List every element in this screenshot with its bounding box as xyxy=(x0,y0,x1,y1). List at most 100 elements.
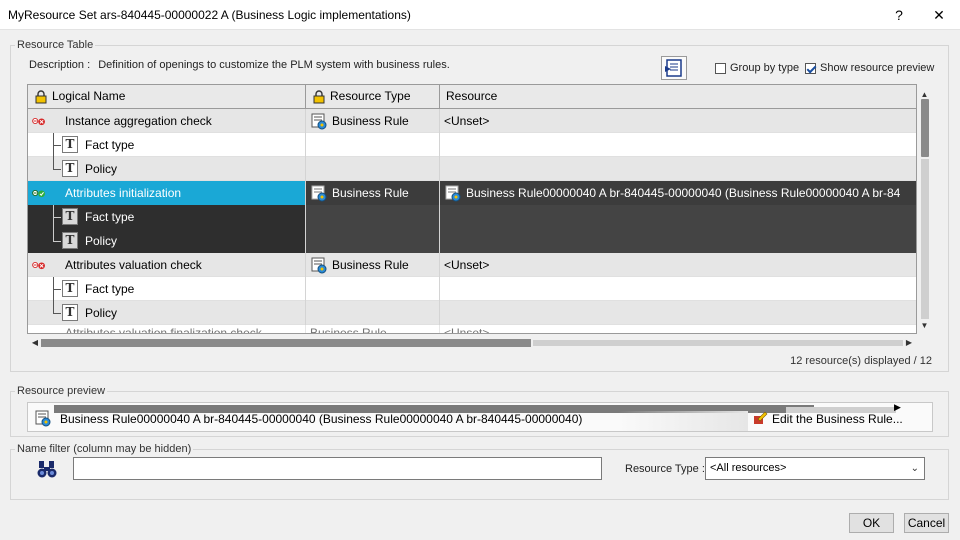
resource-type-text: Business Rule xyxy=(332,186,409,200)
resource-cell[interactable] xyxy=(440,157,916,181)
description-label: Description : xyxy=(29,59,91,71)
resource-text: <Unset> xyxy=(444,258,490,272)
logical-name: Attributes valuation check xyxy=(65,258,202,272)
scroll-left-arrow-icon[interactable]: ◀ xyxy=(29,336,41,350)
logical-name-cell[interactable]: T Policy xyxy=(28,157,306,181)
resource-cell[interactable] xyxy=(440,205,916,229)
logical-name-cell[interactable]: T Policy xyxy=(28,301,306,325)
resource-type-cell[interactable]: Business Rule xyxy=(306,325,440,334)
resource-type-cell[interactable] xyxy=(306,205,440,229)
logical-name-cell[interactable]: Attributes valuation finalization check xyxy=(28,325,306,334)
text-type-icon: T xyxy=(62,208,78,225)
resource-type-cell[interactable] xyxy=(306,277,440,301)
table-row[interactable]: T Policy xyxy=(28,157,916,181)
table-row[interactable]: T Policy xyxy=(28,301,916,325)
resource-preview-box[interactable]: ▶ Business Rule00000040 A br-840445-0000… xyxy=(27,402,933,432)
logical-name-cell[interactable]: Attributes valuation check xyxy=(28,253,306,277)
name-filter-input[interactable] xyxy=(73,457,602,480)
cancel-button[interactable]: Cancel xyxy=(904,513,949,533)
text-type-icon: T xyxy=(62,304,78,321)
resource-type-text: Business Rule xyxy=(310,326,387,334)
help-button[interactable]: ? xyxy=(884,4,914,26)
logical-name: Fact type xyxy=(85,138,135,152)
window-title: MyResource Set ars-840445-00000022 A (Bu… xyxy=(8,8,411,22)
group-by-type-box[interactable] xyxy=(715,62,726,74)
text-type-icon: T xyxy=(62,232,78,249)
resource-type-label: Resource Type : xyxy=(625,463,705,475)
column-header-label: Resource Type xyxy=(330,89,411,103)
resource-type-cell[interactable]: Business Rule xyxy=(306,109,440,133)
logical-name: Policy xyxy=(85,162,118,176)
resource-cell[interactable] xyxy=(440,229,916,253)
close-button[interactable]: ✕ xyxy=(924,4,954,26)
table-row[interactable]: Attributes valuation check Business Rule… xyxy=(28,253,916,277)
edit-icon[interactable] xyxy=(752,410,768,426)
resource-type-cell[interactable] xyxy=(306,157,440,181)
export-button[interactable] xyxy=(661,56,687,80)
name-filter-group-label: Name filter (column may be hidden) xyxy=(17,443,192,455)
logical-name-cell[interactable]: Attributes initialization xyxy=(28,181,306,205)
logical-name: Attributes valuation finalization check xyxy=(65,326,262,334)
resource-type-cell[interactable] xyxy=(306,229,440,253)
ok-button[interactable]: OK xyxy=(849,513,894,533)
logical-name: Policy xyxy=(85,234,118,248)
show-preview-label: Show resource preview xyxy=(820,62,935,74)
resource-cell[interactable] xyxy=(440,301,916,325)
column-header-logical-name[interactable]: Logical Name xyxy=(28,85,306,108)
table-row[interactable]: T Fact type xyxy=(28,205,916,229)
table-row-selected[interactable]: Attributes initialization Business Rule … xyxy=(28,181,916,205)
resource-type-cell[interactable]: Business Rule xyxy=(306,181,440,205)
business-rule-icon xyxy=(311,257,327,274)
logical-name-cell[interactable]: T Policy xyxy=(28,229,306,253)
vertical-scroll-track[interactable] xyxy=(921,159,929,319)
resource-text: Business Rule00000040 A br-840445-000000… xyxy=(466,186,901,200)
logical-name: Fact type xyxy=(85,210,135,224)
logical-name-cell[interactable]: T Fact type xyxy=(28,133,306,157)
resource-cell[interactable]: Business Rule00000040 A br-840445-000000… xyxy=(440,181,916,205)
scroll-down-arrow-icon[interactable]: ▼ xyxy=(917,320,932,332)
business-rule-icon xyxy=(35,410,51,427)
collapse-ok-icon[interactable] xyxy=(32,185,48,201)
show-preview-checkbox[interactable]: Show resource preview xyxy=(805,62,934,74)
logical-name-cell[interactable]: T Fact type xyxy=(28,205,306,229)
table-row[interactable]: T Policy xyxy=(28,229,916,253)
show-preview-box[interactable] xyxy=(805,62,816,74)
table-row[interactable]: T Fact type xyxy=(28,133,916,157)
logical-name-cell[interactable]: Instance aggregation check xyxy=(28,109,306,133)
table-vertical-scrollbar[interactable]: ▲ ▼ xyxy=(917,89,932,333)
logical-name: Instance aggregation check xyxy=(65,114,212,128)
table-row[interactable]: Instance aggregation check Business Rule… xyxy=(28,109,916,133)
resource-cell[interactable] xyxy=(440,133,916,157)
chevron-down-icon: ⌄ xyxy=(910,463,919,474)
horizontal-scroll-thumb[interactable] xyxy=(41,339,531,347)
table-row[interactable]: T Fact type xyxy=(28,277,916,301)
collapse-error-icon[interactable] xyxy=(32,257,48,273)
table-horizontal-scrollbar[interactable]: ◀ ▶ xyxy=(29,336,915,350)
column-header-resource-type[interactable]: Resource Type xyxy=(306,85,440,108)
title-bar: MyResource Set ars-840445-00000022 A (Bu… xyxy=(0,0,960,30)
resource-cell[interactable]: <Unset> xyxy=(440,253,916,277)
vertical-scroll-thumb[interactable] xyxy=(921,99,929,157)
edit-business-rule-link[interactable]: Edit the Business Rule... xyxy=(772,412,903,426)
resource-type-cell[interactable] xyxy=(306,301,440,325)
horizontal-scroll-track[interactable] xyxy=(533,340,903,346)
resource-type-select-value: <All resources> xyxy=(710,462,787,474)
resource-type-cell[interactable] xyxy=(306,133,440,157)
column-header-resource[interactable]: Resource xyxy=(440,85,916,108)
resource-cell[interactable] xyxy=(440,277,916,301)
resource-cell[interactable]: <Unset> xyxy=(440,325,916,333)
resource-type-select[interactable]: <All resources> ⌄ xyxy=(705,457,925,480)
group-by-type-checkbox[interactable]: Group by type xyxy=(715,62,799,74)
resource-type-cell[interactable]: Business Rule xyxy=(306,253,440,277)
scroll-right-arrow-icon[interactable]: ▶ xyxy=(903,336,915,350)
column-header-label: Resource xyxy=(446,89,498,103)
logical-name-cell[interactable]: T Fact type xyxy=(28,277,306,301)
table-row[interactable]: Attributes valuation finalization check … xyxy=(28,325,916,334)
collapse-error-icon[interactable] xyxy=(32,113,48,129)
table-header: Logical Name Resource Type Resource xyxy=(28,85,916,109)
resource-type-text: Business Rule xyxy=(332,258,409,272)
resource-preview-group-label: Resource preview xyxy=(17,385,106,397)
description: Description : Definition of openings to … xyxy=(29,59,450,71)
text-type-icon: T xyxy=(62,136,78,153)
resource-cell[interactable]: <Unset> xyxy=(440,109,916,133)
